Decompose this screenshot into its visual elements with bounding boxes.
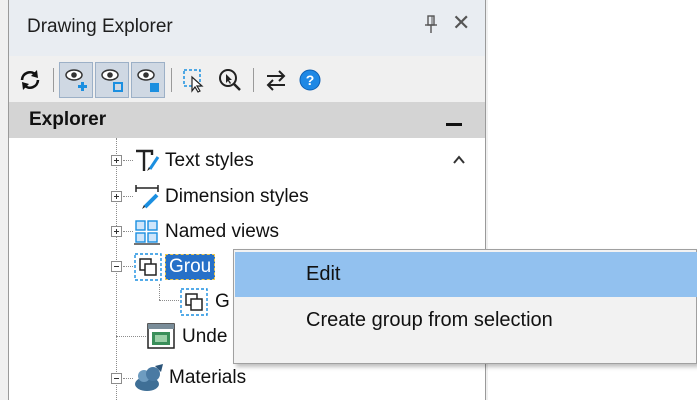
show-filled-button[interactable] xyxy=(131,62,165,98)
show-all-button[interactable] xyxy=(59,62,93,98)
text-style-icon xyxy=(136,149,160,171)
explorer-section-header[interactable]: Explorer xyxy=(9,102,485,138)
explorer-title: Explorer xyxy=(29,109,107,130)
tree-item-label: Text styles xyxy=(165,150,254,171)
menu-item-create-group-from-selection[interactable]: Create group from selection xyxy=(235,298,697,343)
tree-guide-line xyxy=(159,284,160,300)
tree-guide-line xyxy=(123,231,133,232)
scroll-up-icon[interactable] xyxy=(451,152,467,168)
explorer-toolbar: ? xyxy=(9,56,485,102)
toolbar-separator xyxy=(53,68,54,92)
group-icon xyxy=(180,288,208,316)
select-button[interactable] xyxy=(177,62,211,98)
tree-item-named-views[interactable]: Named views xyxy=(133,215,279,249)
materials-icon xyxy=(135,364,163,391)
select-icon xyxy=(183,69,204,93)
tree-item-materials[interactable]: Materials xyxy=(133,361,246,395)
zoom-select-icon xyxy=(219,69,241,91)
help-icon: ? xyxy=(299,69,321,91)
tree-item-label: Named views xyxy=(165,221,280,242)
expand-icon[interactable] xyxy=(111,226,122,237)
refresh-button[interactable] xyxy=(13,62,47,98)
tree-guide-line xyxy=(123,378,133,379)
tree-guide-line xyxy=(159,300,179,301)
named-views-icon xyxy=(134,220,160,245)
tree-guide-line xyxy=(123,266,133,267)
tree-item-text-styles[interactable]: Text styles xyxy=(133,144,254,178)
menu-item-edit[interactable]: Edit xyxy=(235,252,697,297)
swap-button[interactable] xyxy=(259,62,293,98)
tree-item-dimension-styles[interactable]: Dimension styles xyxy=(133,180,309,214)
tree-item-label: Materials xyxy=(169,367,247,388)
toolbar-separator xyxy=(253,68,254,92)
menu-item-label: Edit xyxy=(306,263,341,285)
dimension-style-icon xyxy=(135,185,159,209)
zoom-select-button[interactable] xyxy=(213,62,247,98)
toolbar-separator xyxy=(171,68,172,92)
show-selected-button[interactable] xyxy=(95,62,129,98)
help-button[interactable]: ? xyxy=(293,62,327,98)
tree-guide-line xyxy=(123,196,133,197)
tree-guide-line xyxy=(116,336,146,337)
collapse-icon[interactable] xyxy=(446,123,462,126)
expand-icon[interactable] xyxy=(111,155,122,166)
show-all-icon xyxy=(65,69,87,91)
pin-icon[interactable] xyxy=(423,14,439,36)
panel-titlebar[interactable]: Drawing Explorer ✕ xyxy=(9,0,485,56)
refresh-icon xyxy=(20,70,40,90)
collapse-tree-icon[interactable] xyxy=(111,261,122,272)
svg-text:?: ? xyxy=(306,72,315,88)
tree-item-label: Unde xyxy=(182,326,228,347)
menu-item-label: Create group from selection xyxy=(306,309,553,331)
panel-title: Drawing Explorer xyxy=(27,16,173,37)
close-icon[interactable]: ✕ xyxy=(452,12,470,34)
underlay-icon xyxy=(147,323,175,349)
tree-guide-line xyxy=(123,160,133,161)
tree-item-groups[interactable]: Grou xyxy=(133,250,216,284)
collapse-tree-icon[interactable] xyxy=(111,373,122,384)
tree-item-label: Grou xyxy=(165,254,216,280)
show-filled-icon xyxy=(137,69,159,92)
groups-icon xyxy=(134,253,162,281)
expand-icon[interactable] xyxy=(111,191,122,202)
context-menu: Edit Create group from selection xyxy=(233,249,697,364)
swap-icon xyxy=(266,70,286,91)
tree-item-label: Dimension styles xyxy=(165,186,309,207)
show-selected-icon xyxy=(101,69,123,92)
tree-item-underlays[interactable]: Unde xyxy=(146,320,227,354)
tree-item-label: G xyxy=(215,291,230,312)
tree-item-group[interactable]: G xyxy=(179,285,230,319)
